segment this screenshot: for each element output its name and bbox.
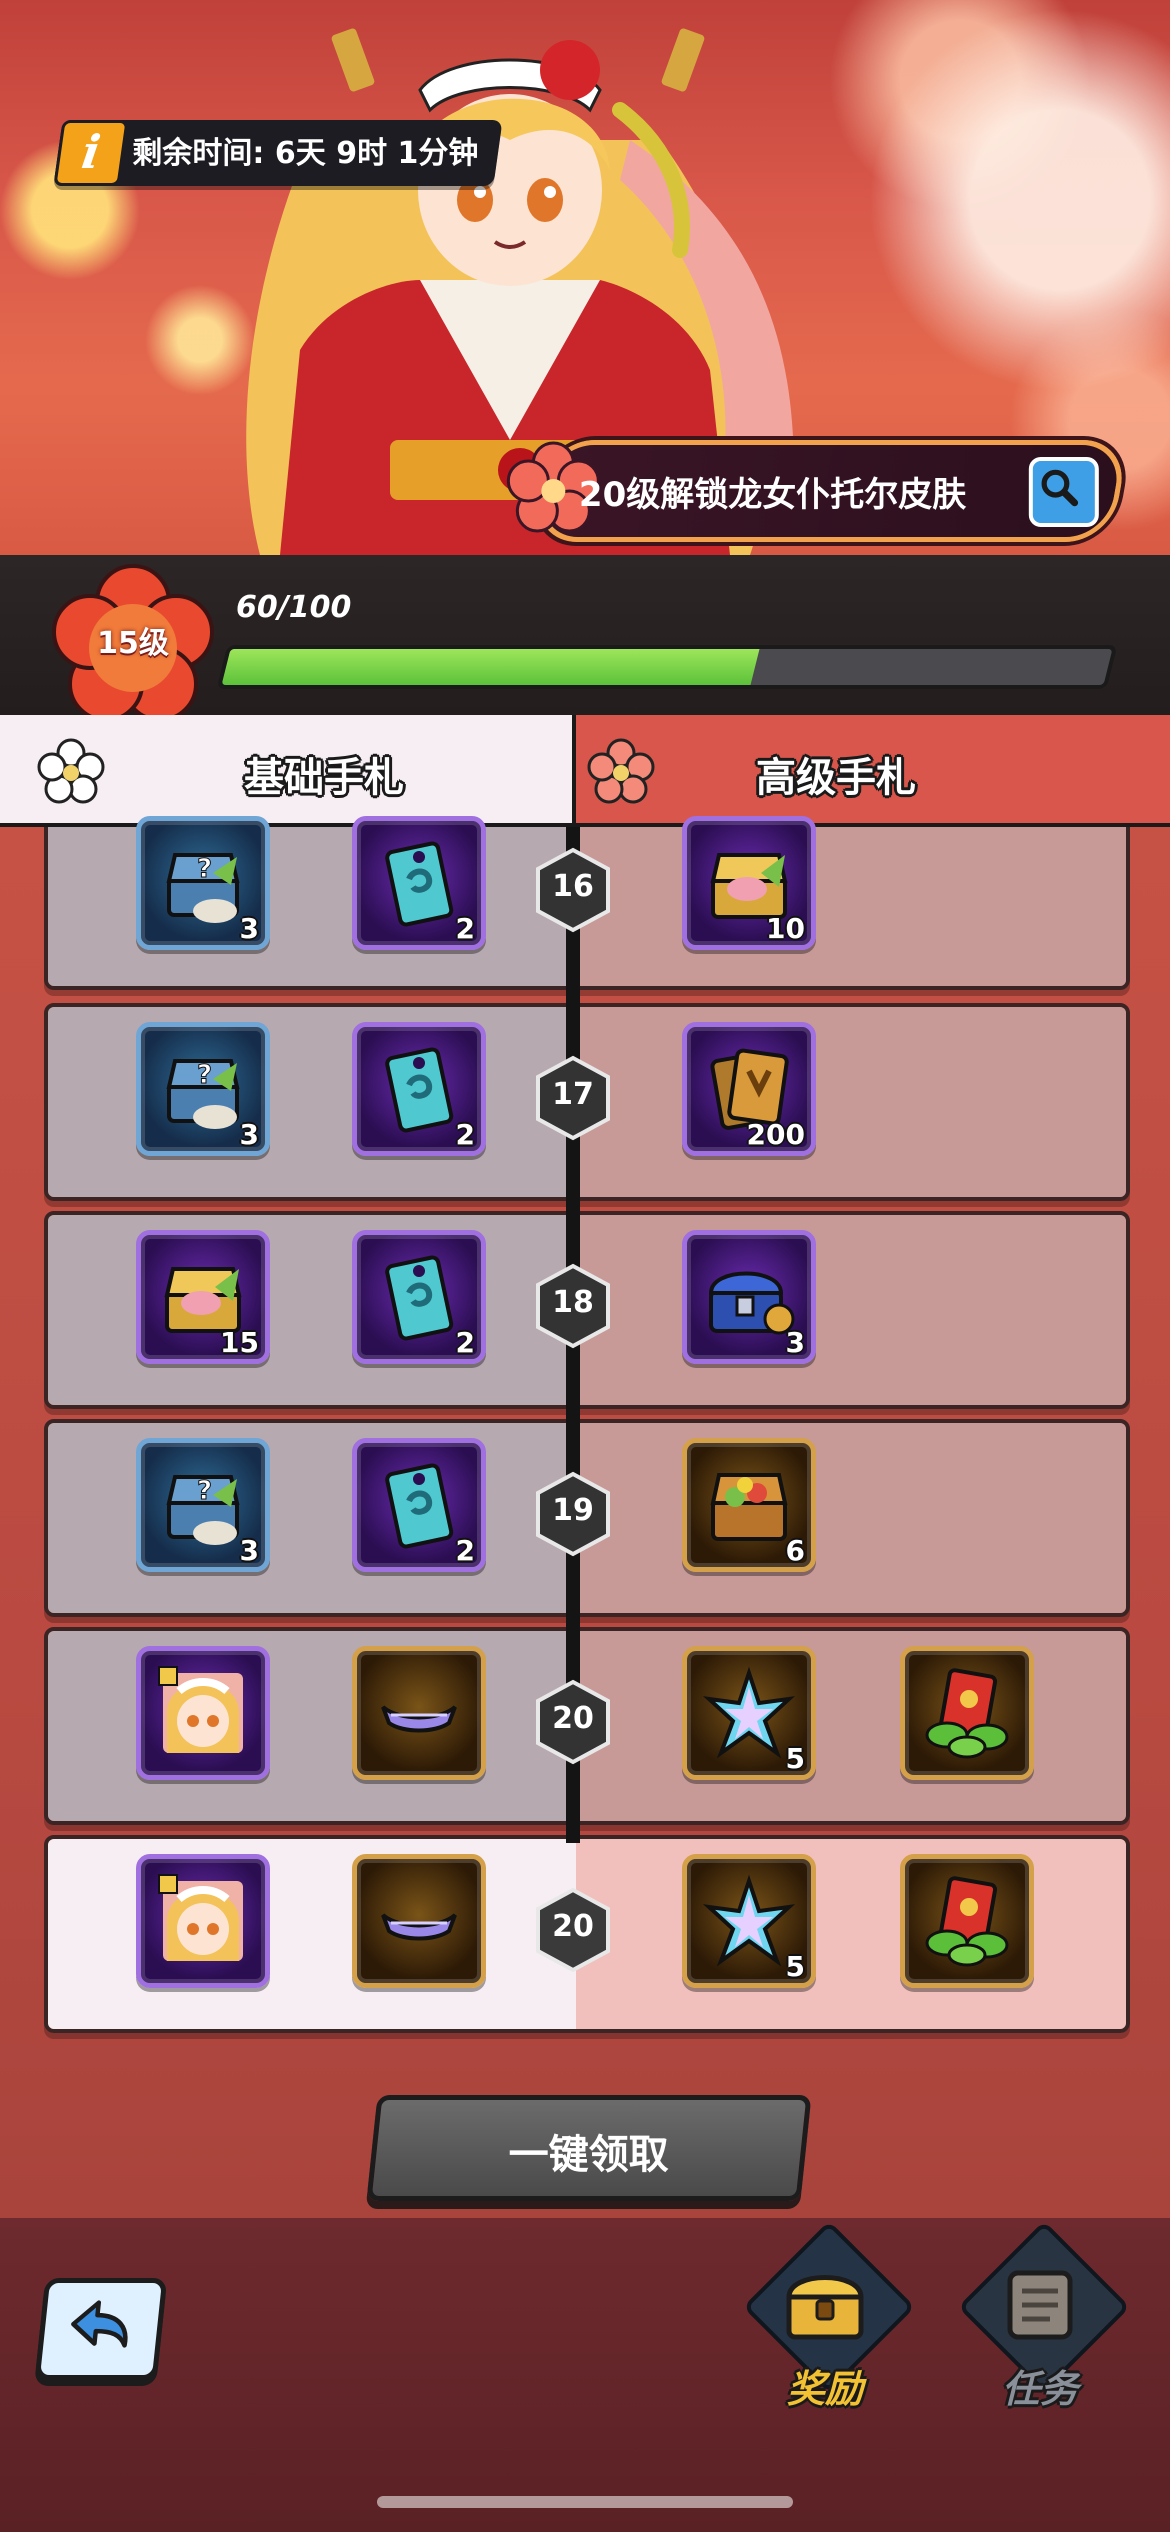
svg-text:?: ? xyxy=(197,854,212,884)
svg-text:?: ? xyxy=(197,1060,212,1090)
item-quantity: 15 xyxy=(220,1326,259,1359)
xp-progress-fill xyxy=(221,649,760,685)
reward-item[interactable]: 3 xyxy=(682,1230,816,1364)
headband-icon xyxy=(381,1705,457,1733)
ticket-icon xyxy=(385,1255,454,1341)
tier-level-badge: 20 xyxy=(534,1679,612,1765)
headband-icon xyxy=(381,1913,457,1941)
blue-chest-icon xyxy=(708,1271,795,1335)
rewards-nav-button[interactable]: 奖励 xyxy=(740,2220,916,2428)
item-quantity: 3 xyxy=(785,1326,805,1359)
character-skin-icon xyxy=(158,1874,243,1961)
tier-level-badge: 17 xyxy=(534,1055,612,1141)
tier-level-badge: 19 xyxy=(534,1471,612,1557)
reward-item[interactable] xyxy=(136,1854,270,1988)
character-skin-icon xyxy=(158,1666,243,1753)
tier-level-number: 17 xyxy=(552,1077,594,1112)
reward-item[interactable]: 2 xyxy=(352,1022,486,1156)
info-icon[interactable]: i xyxy=(53,120,129,186)
ticket-icon xyxy=(385,1047,454,1133)
treasure-chest-icon xyxy=(786,2275,864,2340)
item-quantity: 200 xyxy=(746,1118,805,1151)
reward-item[interactable]: ? 3 xyxy=(136,1438,270,1572)
item-quantity: 10 xyxy=(766,912,805,945)
item-quantity: 2 xyxy=(455,1534,475,1567)
reward-item[interactable] xyxy=(352,1854,486,1988)
reward-item[interactable] xyxy=(352,1646,486,1780)
reward-item[interactable]: 10 xyxy=(682,816,816,950)
reward-item[interactable]: 6 xyxy=(682,1438,816,1572)
reward-item[interactable] xyxy=(136,1646,270,1780)
mystery-chest-icon: ? xyxy=(166,1059,240,1129)
claim-all-button[interactable]: 一键领取 xyxy=(366,2095,812,2201)
tasks-nav-button[interactable]: 任务 xyxy=(955,2220,1131,2428)
reward-item[interactable]: 5 xyxy=(682,1646,816,1780)
item-quantity: 6 xyxy=(785,1534,805,1567)
reward-item[interactable]: ? 3 xyxy=(136,1022,270,1156)
red-envelope-icon xyxy=(925,1668,1009,1759)
scroll-icon xyxy=(1007,2270,1073,2340)
home-indicator xyxy=(377,2496,793,2508)
item-quantity: 5 xyxy=(785,1742,805,1775)
tasks-nav-label: 任务 xyxy=(1001,2367,1078,2411)
tier-level-badge: 18 xyxy=(534,1263,612,1349)
tier-level-badge: 20 xyxy=(534,1887,612,1973)
svg-text:?: ? xyxy=(197,1476,212,1506)
tier-level-number: 16 xyxy=(552,869,594,904)
event-banner: i 剩余时间: 6天 9时 1分钟 20级解锁龙女仆托尔皮肤 xyxy=(0,0,1170,555)
back-arrow-icon xyxy=(71,2300,128,2348)
claim-all-label: 一键领取 xyxy=(508,2132,669,2178)
xp-text: 60/100 xyxy=(236,590,352,625)
skin-unlock-text: 20级解锁龙女仆托尔皮肤 xyxy=(578,475,967,515)
tier-level-number: 19 xyxy=(552,1493,594,1528)
ticket-icon xyxy=(385,1463,454,1549)
tier-level-number: 18 xyxy=(552,1285,594,1320)
tier-level-number: 20 xyxy=(552,1701,594,1736)
ticket-icon xyxy=(385,841,454,927)
reward-item[interactable]: ? 3 xyxy=(136,816,270,950)
rewards-nav-label: 奖励 xyxy=(786,2367,863,2411)
reward-item[interactable]: 15 xyxy=(136,1230,270,1364)
event-timer: i 剩余时间: 6天 9时 1分钟 xyxy=(53,120,503,186)
timer-value: 6天 9时 1分钟 xyxy=(274,136,479,171)
mystery-chest-icon: ? xyxy=(166,1475,240,1545)
reward-item[interactable]: 200 xyxy=(682,1022,816,1156)
tier-level-number: 20 xyxy=(552,1909,594,1944)
item-quantity: 2 xyxy=(455,1118,475,1151)
tier-level-badge: 16 xyxy=(534,847,612,933)
reward-item[interactable]: 5 xyxy=(682,1854,816,1988)
reward-item[interactable] xyxy=(900,1854,1034,1988)
treasure-chest-icon xyxy=(710,1473,788,1541)
item-quantity: 3 xyxy=(239,912,259,945)
mystery-chest-icon: ? xyxy=(166,853,240,923)
crystal-star-icon xyxy=(702,1666,796,1759)
timer-label: 剩余时间: xyxy=(132,136,265,171)
reward-item[interactable]: 2 xyxy=(352,1438,486,1572)
item-quantity: 2 xyxy=(455,1326,475,1359)
red-envelope-icon xyxy=(925,1876,1009,1967)
back-button[interactable] xyxy=(34,2278,168,2380)
reward-item[interactable]: 2 xyxy=(352,816,486,950)
reward-item[interactable] xyxy=(900,1646,1034,1780)
item-quantity: 5 xyxy=(785,1950,805,1983)
skin-unlock-banner[interactable]: 20级解锁龙女仆托尔皮肤 xyxy=(506,440,1129,542)
level-number: 15级 xyxy=(97,626,169,661)
item-quantity: 3 xyxy=(239,1118,259,1151)
xp-progress-bar xyxy=(216,645,1118,689)
item-quantity: 3 xyxy=(239,1534,259,1567)
search-icon[interactable] xyxy=(1028,457,1099,527)
reward-item[interactable]: 2 xyxy=(352,1230,486,1364)
item-quantity: 2 xyxy=(455,912,475,945)
crystal-star-icon xyxy=(702,1874,796,1967)
